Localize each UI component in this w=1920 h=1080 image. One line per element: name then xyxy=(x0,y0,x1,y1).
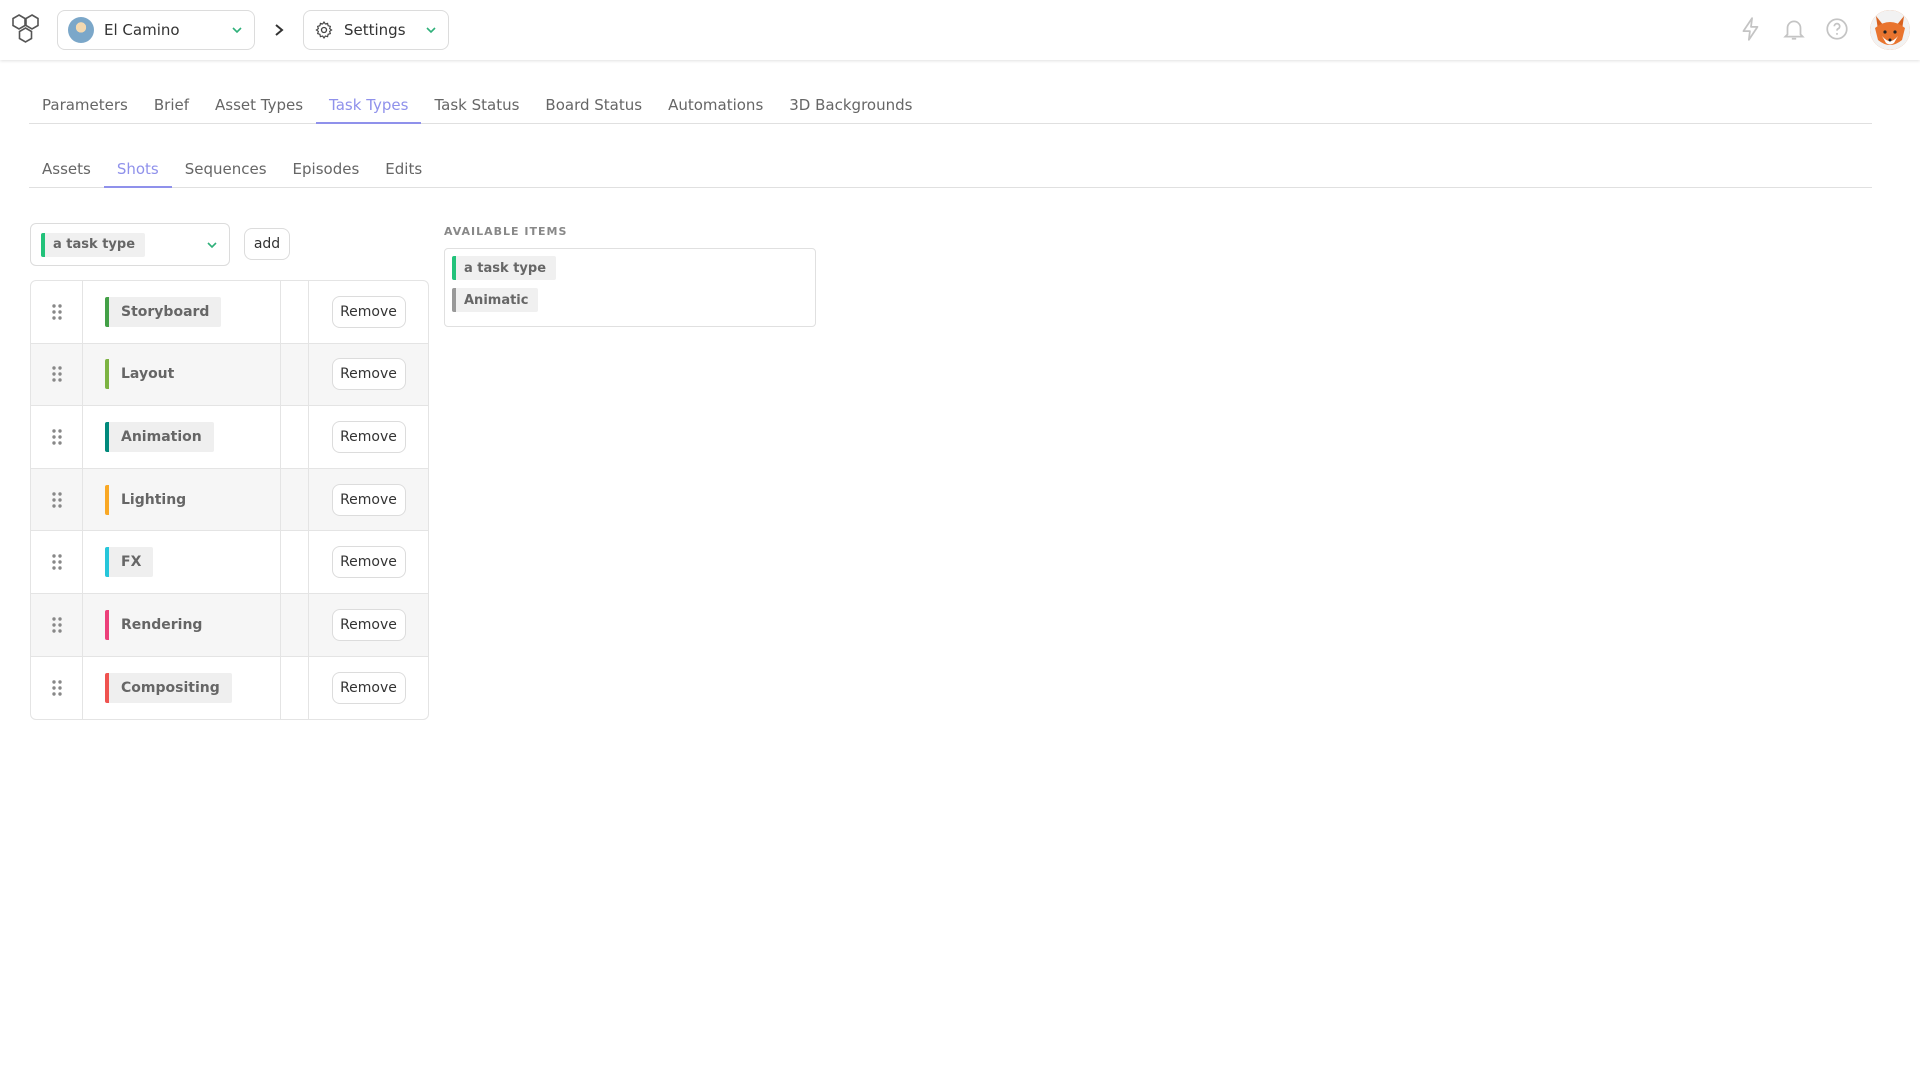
tab-brief[interactable]: Brief xyxy=(141,88,202,124)
available-item[interactable]: a task type xyxy=(452,256,557,280)
production-name: El Camino xyxy=(104,21,180,39)
actions-cell: Remove xyxy=(309,657,428,720)
actions-cell: Remove xyxy=(309,594,428,656)
task-type-select[interactable]: a task type xyxy=(30,223,230,266)
tab-parameters[interactable]: Parameters xyxy=(29,88,141,124)
empty-cell xyxy=(281,531,309,593)
table-row: Compositing Remove xyxy=(31,656,428,720)
remove-button[interactable]: Remove xyxy=(331,295,406,328)
actions-cell: Remove xyxy=(309,344,428,406)
tab-episodes[interactable]: Episodes xyxy=(280,152,373,188)
tab-board-status[interactable]: Board Status xyxy=(532,88,655,124)
remove-button[interactable]: Remove xyxy=(331,420,406,453)
tab-edits[interactable]: Edits xyxy=(372,152,435,188)
tab-task-types[interactable]: Task Types xyxy=(316,88,422,124)
section-selector[interactable]: Settings xyxy=(303,10,449,50)
user-avatar[interactable] xyxy=(1870,10,1910,50)
tab-shots[interactable]: Shots xyxy=(103,152,172,188)
task-type-name: Rendering xyxy=(105,609,214,640)
section-name: Settings xyxy=(344,21,406,39)
empty-cell xyxy=(281,406,309,468)
table-row: Lighting Remove xyxy=(31,468,428,532)
task-type-name: Animation xyxy=(105,421,214,452)
empty-cell xyxy=(281,593,309,656)
chevron-down-icon xyxy=(232,27,242,34)
drag-handle-icon[interactable] xyxy=(31,343,83,406)
table-row: Storyboard Remove xyxy=(31,281,428,344)
tab-automations[interactable]: Automations xyxy=(655,88,776,124)
actions-cell: Remove xyxy=(309,469,428,531)
bell-icon[interactable] xyxy=(1781,16,1807,42)
remove-button[interactable]: Remove xyxy=(331,608,406,641)
empty-cell xyxy=(281,468,309,531)
drag-handle-icon[interactable] xyxy=(31,468,83,531)
chevron-down-icon xyxy=(426,27,436,34)
remove-button[interactable]: Remove xyxy=(331,546,406,579)
remove-button[interactable]: Remove xyxy=(331,358,406,391)
tab-3d-backgrounds[interactable]: 3D Backgrounds xyxy=(776,88,925,124)
task-type-cell: Lighting xyxy=(83,468,281,531)
empty-cell xyxy=(281,281,309,343)
entity-tabs: Assets Shots Sequences Episodes Edits xyxy=(29,152,1872,188)
remove-button[interactable]: Remove xyxy=(331,671,406,704)
task-type-name: Compositing xyxy=(105,672,232,703)
drag-handle-icon[interactable] xyxy=(31,593,83,656)
actions-cell: Remove xyxy=(309,531,428,593)
remove-button[interactable]: Remove xyxy=(331,483,406,516)
table-row: Layout Remove xyxy=(31,343,428,407)
gear-icon xyxy=(315,21,333,39)
task-type-cell: FX xyxy=(83,531,281,593)
fox-avatar-icon xyxy=(1870,10,1910,50)
task-type-name: FX xyxy=(105,547,154,578)
task-type-cell: Layout xyxy=(83,343,281,406)
help-circle-icon[interactable] xyxy=(1824,16,1850,42)
task-type-cell: Animation xyxy=(83,406,281,468)
tab-asset-types[interactable]: Asset Types xyxy=(202,88,316,124)
empty-cell xyxy=(281,343,309,406)
kitsu-logo-icon[interactable] xyxy=(8,12,44,48)
lightning-icon[interactable] xyxy=(1738,16,1764,42)
production-selector[interactable]: El Camino xyxy=(57,10,255,50)
top-bar: El Camino Settings xyxy=(0,0,1920,60)
table-row: FX Remove xyxy=(31,531,428,594)
selected-task-type: a task type xyxy=(41,232,146,257)
chevron-right-icon xyxy=(275,24,284,36)
actions-cell: Remove xyxy=(309,281,428,343)
drag-handle-icon[interactable] xyxy=(31,531,83,593)
available-items-title: AVAILABLE ITEMS xyxy=(444,225,568,238)
task-type-cell: Compositing xyxy=(83,656,281,720)
add-button[interactable]: add xyxy=(244,228,290,260)
table-row: Animation Remove xyxy=(31,406,428,469)
available-items-list: a task type Animatic xyxy=(444,248,816,327)
task-type-name: Lighting xyxy=(105,484,198,515)
drag-handle-icon[interactable] xyxy=(31,656,83,720)
actions-cell: Remove xyxy=(309,406,428,468)
production-avatar xyxy=(68,17,94,43)
available-item[interactable]: Animatic xyxy=(452,288,539,312)
task-type-name: Layout xyxy=(105,359,186,390)
tab-assets[interactable]: Assets xyxy=(29,152,104,188)
tab-task-status[interactable]: Task Status xyxy=(421,88,532,124)
task-type-cell: Rendering xyxy=(83,593,281,656)
chevron-down-icon xyxy=(207,241,217,248)
drag-handle-icon[interactable] xyxy=(31,281,83,343)
settings-tabs: Parameters Brief Asset Types Task Types … xyxy=(29,88,1872,124)
drag-handle-icon[interactable] xyxy=(31,406,83,468)
table-row: Rendering Remove xyxy=(31,593,428,657)
task-types-table: Storyboard Remove Layout Remove Animation Rem… xyxy=(30,280,429,721)
task-type-cell: Storyboard xyxy=(83,281,281,343)
tab-sequences[interactable]: Sequences xyxy=(172,152,280,188)
task-type-name: Storyboard xyxy=(105,296,222,327)
empty-cell xyxy=(281,656,309,720)
